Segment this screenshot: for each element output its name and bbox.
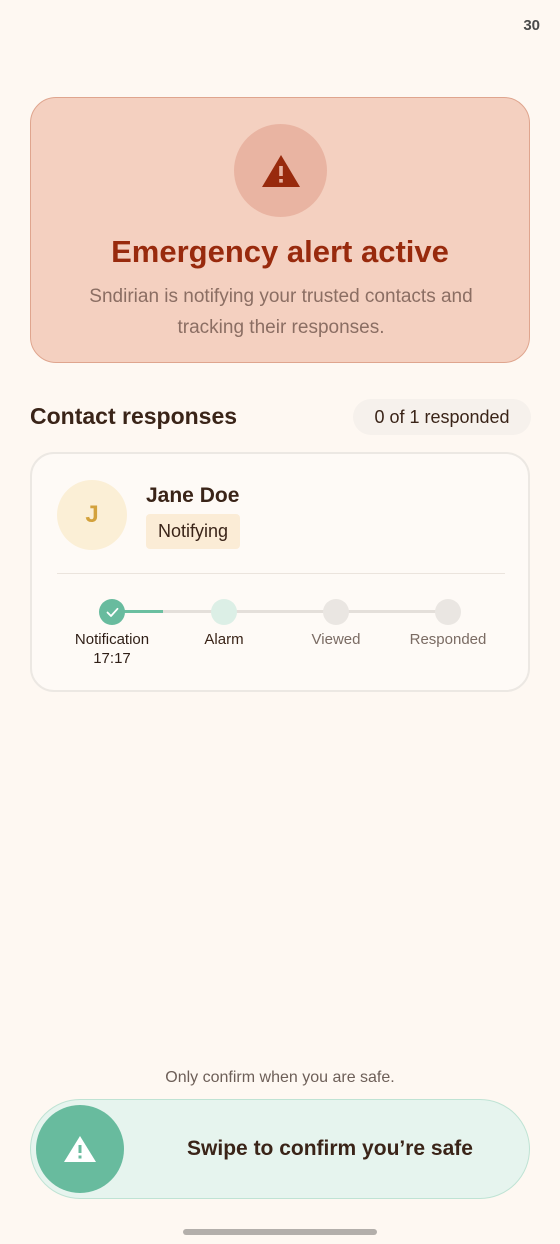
step-notification-time: 17:17 bbox=[93, 650, 131, 667]
warning-icon bbox=[63, 1135, 97, 1163]
step-label-responded: Responded bbox=[388, 630, 508, 649]
step-label-alarm: Alarm bbox=[164, 630, 284, 649]
swipe-to-confirm-slider[interactable]: Swipe to confirm you’re safe bbox=[30, 1099, 530, 1199]
step-notification-check-icon bbox=[99, 599, 125, 625]
step-alarm-label: Alarm bbox=[204, 631, 244, 648]
step-responded-dot bbox=[435, 599, 461, 625]
step-viewed-dot bbox=[323, 599, 349, 625]
contact-responses-heading: Contact responses bbox=[30, 403, 238, 429]
step-viewed-label: Viewed bbox=[311, 631, 361, 648]
contact-name: Jane Doe bbox=[146, 484, 240, 507]
emergency-alert-card: Emergency alert active Sndirian is notif… bbox=[30, 97, 530, 363]
warning-icon bbox=[234, 124, 327, 217]
battery-level: 30 bbox=[523, 17, 540, 34]
step-label-notification: Notification 17:17 bbox=[52, 630, 172, 668]
swipe-label: Swipe to confirm you’re safe bbox=[187, 1137, 473, 1160]
step-notification-label: Notification bbox=[74, 631, 150, 648]
safety-note: Only confirm when you are safe. bbox=[165, 1069, 395, 1086]
home-indicator[interactable] bbox=[183, 1229, 377, 1235]
alert-title: Emergency alert active bbox=[111, 234, 449, 269]
step-responded-label: Responded bbox=[409, 631, 487, 648]
step-alarm-dot bbox=[211, 599, 237, 625]
contact-card[interactable]: J Jane Doe Notifying Notification 17:17 … bbox=[30, 452, 530, 692]
swipe-handle[interactable] bbox=[36, 1105, 124, 1193]
step-label-viewed: Viewed bbox=[276, 630, 396, 649]
status-badge: Notifying bbox=[146, 514, 241, 549]
emergency-screen: 30 Emergency alert active Sndirian is no… bbox=[0, 0, 560, 1244]
status-bar: 30 bbox=[0, 0, 560, 52]
alert-description: Sndirian is notifying your trusted conta… bbox=[89, 286, 473, 338]
divider bbox=[57, 573, 505, 574]
response-count-badge: 0 of 1 responded bbox=[353, 399, 531, 435]
avatar: J bbox=[57, 480, 127, 550]
